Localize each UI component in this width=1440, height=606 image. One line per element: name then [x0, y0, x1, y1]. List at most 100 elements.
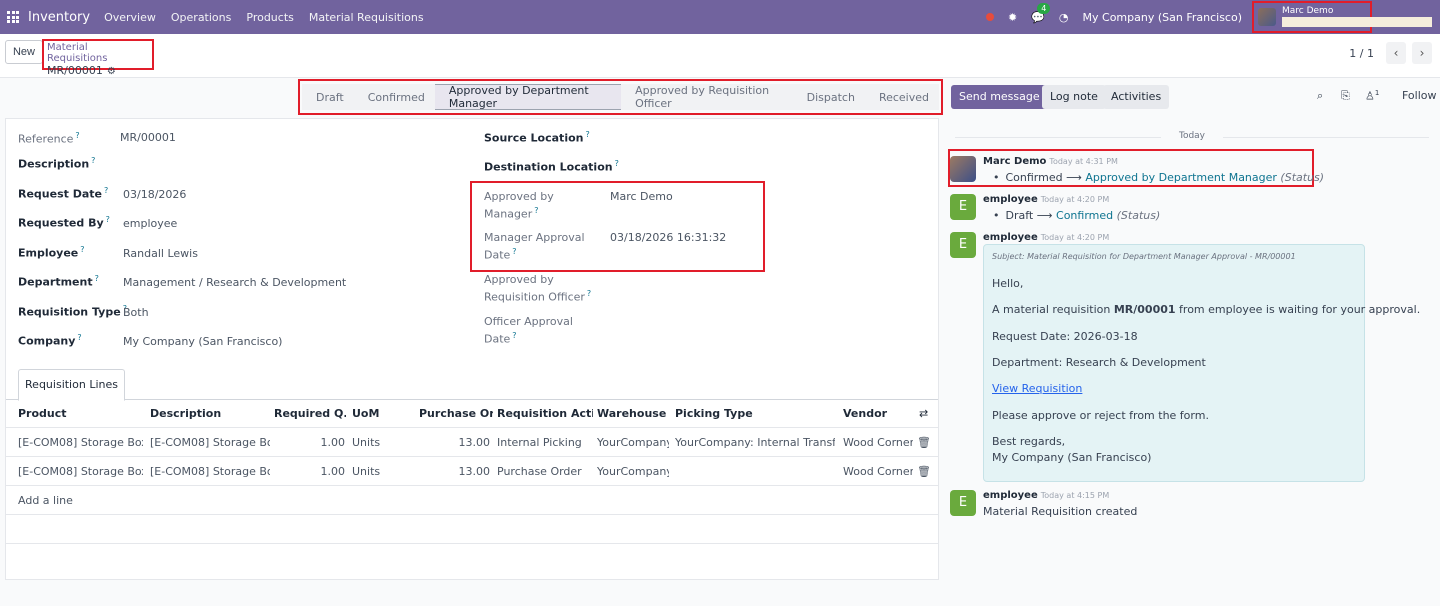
bug-icon[interactable]: ✹ — [1008, 11, 1017, 24]
col-required-qty[interactable]: Required Q... — [274, 407, 346, 420]
status-stages: Draft Confirmed Approved by Department M… — [298, 79, 943, 115]
message-author: employee Today at 4:15 PM — [983, 490, 1110, 501]
department-field[interactable]: Management / Research & Development — [123, 276, 346, 289]
stage-approved-by-requisition-officer[interactable]: Approved by Requisition Officer — [621, 84, 793, 110]
record-icon[interactable] — [985, 13, 994, 21]
col-picking-type[interactable]: Picking Type — [675, 407, 835, 420]
email-instruction: Please approve or reject from the form. — [992, 409, 1209, 422]
company-switcher[interactable]: My Company (San Francisco) — [1083, 11, 1242, 24]
cell-required-qty[interactable]: 1.00 — [274, 465, 346, 478]
cell-warehouse[interactable]: YourCompany — [597, 436, 669, 449]
new-button[interactable]: New — [5, 40, 43, 64]
log-note-button[interactable]: Log note — [1042, 85, 1106, 109]
form-sheet: Reference? MR/00001 Description? Request… — [5, 118, 939, 580]
trash-icon[interactable]: 🗑 — [917, 465, 931, 478]
approved-by-officer-label-2: Requisition Officer? — [484, 289, 592, 304]
cell-description[interactable]: [E-COM08] Storage Box — [150, 465, 270, 478]
notebook-tabs: Requisition Lines — [6, 369, 938, 401]
breadcrumb-parent[interactable]: Material Requisitions — [47, 42, 149, 64]
email-regards: Best regards, — [992, 435, 1066, 448]
message-author: Marc Demo Today at 4:31 PM — [983, 156, 1118, 167]
cell-requisition-action[interactable]: Purchase Order — [497, 465, 593, 478]
cell-description[interactable]: [E-COM08] Storage Box — [150, 436, 270, 449]
trash-icon[interactable]: 🗑 — [917, 436, 931, 449]
table-row[interactable]: [E-COM08] Storage Box [E-COM08] Storage … — [6, 457, 938, 486]
cell-uom[interactable]: Units — [352, 436, 392, 449]
tracking-value: • Draft ⟶ Confirmed (Status) — [993, 209, 1161, 222]
breadcrumb-current: MR/00001 — [47, 64, 103, 77]
col-purchase-order[interactable]: Purchase Or... — [419, 407, 493, 420]
col-vendor[interactable]: Vendor — [843, 407, 913, 420]
employee-field[interactable]: Randall Lewis — [123, 247, 198, 260]
col-product[interactable]: Product — [18, 407, 143, 420]
menu-operations[interactable]: Operations — [171, 11, 231, 24]
request-date-field[interactable]: 03/18/2026 — [123, 188, 186, 201]
requested-by-label: Requested By? — [18, 215, 110, 230]
cell-required-qty[interactable]: 1.00 — [274, 436, 346, 449]
table-row[interactable]: [E-COM08] Storage Box [E-COM08] Storage … — [6, 428, 938, 457]
chat-icon[interactable]: 💬 4 — [1031, 2, 1051, 24]
send-message-button[interactable]: Send message — [951, 85, 1048, 109]
paperclip-icon[interactable]: ⎘ — [1341, 89, 1350, 103]
cell-requisition-action[interactable]: Internal Picking — [497, 436, 593, 449]
email-subject: Subject: Material Requisition for Depart… — [992, 252, 1296, 261]
email-line: A material requisition MR/00001 from emp… — [992, 303, 1421, 316]
pager-value[interactable]: 1 / 1 — [1349, 47, 1374, 60]
cell-purchase-order[interactable]: 13.00 — [419, 436, 491, 449]
optional-columns-icon[interactable]: ⇄ — [919, 407, 933, 420]
followers-icon[interactable]: ♙1 — [1365, 89, 1379, 103]
stage-draft[interactable]: Draft — [302, 84, 354, 110]
apps-menu-icon[interactable] — [7, 11, 19, 23]
app-name[interactable]: Inventory — [28, 10, 90, 25]
clock-icon[interactable]: ◔ — [1059, 11, 1069, 24]
col-warehouse[interactable]: Warehouse — [597, 407, 667, 420]
breadcrumb: Material Requisitions MR/00001 ⚙ — [42, 39, 154, 77]
gear-icon[interactable]: ⚙ — [107, 66, 116, 77]
view-requisition-link[interactable]: View Requisition — [992, 382, 1082, 395]
menu-material-requisitions[interactable]: Material Requisitions — [309, 11, 424, 24]
requisition-type-label: Requisition Type? — [18, 304, 127, 319]
avatar — [1258, 8, 1276, 26]
company-field[interactable]: My Company (San Francisco) — [123, 335, 282, 348]
approved-by-manager-value: Marc Demo — [610, 190, 673, 203]
cell-product[interactable]: [E-COM08] Storage Box — [18, 465, 143, 478]
source-location-label: Source Location? — [484, 130, 590, 145]
stage-confirmed[interactable]: Confirmed — [353, 84, 435, 110]
message-body: Material Requisition created — [983, 505, 1138, 518]
avatar: E — [950, 232, 976, 258]
requested-by-field[interactable]: employee — [123, 217, 177, 230]
search-icon[interactable]: ⌕ — [1317, 89, 1323, 103]
tab-requisition-lines[interactable]: Requisition Lines — [18, 369, 125, 401]
manager-approval-date-label-1: Manager Approval — [484, 231, 585, 244]
cell-picking-type[interactable]: YourCompany: Internal Transfers — [675, 436, 835, 449]
stage-approved-by-department-manager[interactable]: Approved by Department Manager — [434, 84, 622, 110]
message-author: employee Today at 4:20 PM — [983, 232, 1110, 243]
cell-purchase-order[interactable]: 13.00 — [419, 465, 491, 478]
cell-vendor[interactable]: Wood Corner — [843, 465, 913, 478]
control-panel: New Material Requisitions MR/00001 ⚙ 1 / … — [0, 34, 1440, 78]
menu-overview[interactable]: Overview — [104, 11, 156, 24]
cell-product[interactable]: [E-COM08] Storage Box — [18, 436, 143, 449]
activities-button[interactable]: Activities — [1103, 85, 1170, 109]
follow-button[interactable]: Follow — [1402, 89, 1437, 102]
menu-products[interactable]: Products — [246, 11, 294, 24]
col-description[interactable]: Description — [150, 407, 270, 420]
add-line-link[interactable]: Add a line — [18, 494, 73, 507]
manager-approval-date-value: 03/18/2026 16:31:32 — [610, 231, 727, 244]
email-greeting: Hello, — [992, 277, 1024, 290]
requisition-type-field[interactable]: Both — [123, 306, 149, 319]
followers-count: 1 — [1374, 89, 1380, 97]
col-requisition-action[interactable]: Requisition Action — [497, 407, 593, 420]
approved-by-manager-label-2: Manager? — [484, 206, 539, 221]
manager-approval-date-label-2: Date? — [484, 247, 517, 262]
pager-next-button[interactable]: › — [1412, 42, 1432, 64]
user-menu[interactable]: Marc Demo — [1252, 1, 1432, 33]
cell-warehouse[interactable]: YourCompany — [597, 465, 669, 478]
stage-dispatch[interactable]: Dispatch — [792, 84, 865, 110]
message-author: employee Today at 4:20 PM — [983, 194, 1110, 205]
col-uom[interactable]: UoM — [352, 407, 392, 420]
cell-uom[interactable]: Units — [352, 465, 392, 478]
stage-received[interactable]: Received — [864, 84, 939, 110]
pager-previous-button[interactable]: ‹ — [1386, 42, 1406, 64]
cell-vendor[interactable]: Wood Corner — [843, 436, 913, 449]
